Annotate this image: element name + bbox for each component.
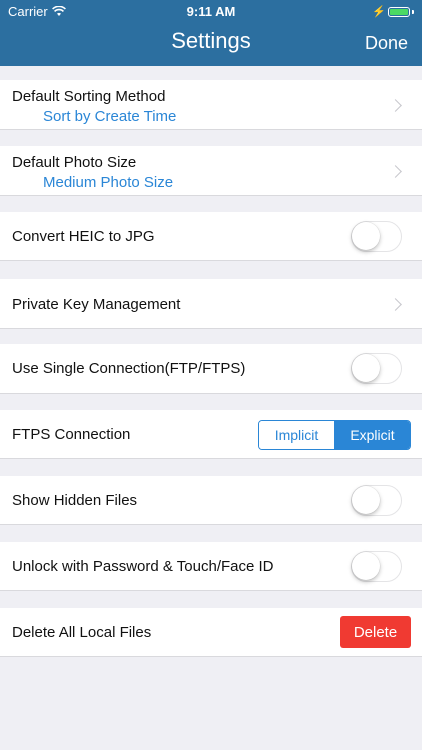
single-connection-label: Use Single Connection(FTP/FTPS): [12, 360, 246, 377]
convert-heic-toggle[interactable]: [351, 221, 402, 252]
convert-heic-row: Convert HEIC to JPG: [0, 212, 422, 261]
navigation-bar: Carrier 9:11 AM ⚡ Settings Done: [0, 0, 422, 66]
unlock-label: Unlock with Password & Touch/Face ID: [12, 558, 274, 575]
single-connection-toggle[interactable]: [351, 353, 402, 384]
segment-explicit[interactable]: Explicit: [335, 421, 410, 449]
delete-all-row: Delete All Local Files Delete: [0, 608, 422, 657]
segment-implicit[interactable]: Implicit: [259, 421, 335, 449]
ftps-connection-label: FTPS Connection: [12, 426, 131, 443]
status-bar: Carrier 9:11 AM ⚡: [0, 0, 422, 22]
photo-size-value: Medium Photo Size: [43, 174, 174, 191]
hidden-files-label: Show Hidden Files: [12, 492, 138, 509]
delete-button[interactable]: Delete: [340, 616, 411, 648]
photo-size-label: Default Photo Size: [12, 154, 137, 171]
delete-all-label: Delete All Local Files: [12, 624, 152, 641]
hidden-files-toggle[interactable]: [351, 485, 402, 516]
ftps-connection-row: FTPS Connection Implicit Explicit: [0, 410, 422, 459]
battery-icon: [388, 6, 410, 17]
sorting-method-label: Default Sorting Method: [12, 88, 166, 105]
ftps-mode-segmented-control[interactable]: Implicit Explicit: [258, 420, 411, 450]
private-key-label: Private Key Management: [12, 296, 181, 313]
page-title: Settings: [171, 28, 251, 53]
sorting-method-value: Sort by Create Time: [43, 108, 177, 125]
unlock-toggle[interactable]: [351, 551, 402, 582]
done-button[interactable]: Done: [365, 33, 408, 54]
chevron-right-icon: [389, 165, 402, 178]
photo-size-row[interactable]: Default Photo Size Medium Photo Size: [0, 146, 422, 196]
charging-icon: ⚡: [372, 6, 386, 18]
unlock-row: Unlock with Password & Touch/Face ID: [0, 542, 422, 591]
convert-heic-label: Convert HEIC to JPG: [12, 228, 155, 245]
sorting-method-row[interactable]: Default Sorting Method Sort by Create Ti…: [0, 80, 422, 130]
chevron-right-icon: [389, 99, 402, 112]
hidden-files-row: Show Hidden Files: [0, 476, 422, 525]
single-connection-row: Use Single Connection(FTP/FTPS): [0, 344, 422, 394]
status-time: 9:11 AM: [186, 4, 236, 19]
chevron-right-icon: [389, 298, 402, 311]
battery-indicator: ⚡: [372, 5, 414, 18]
private-key-row[interactable]: Private Key Management: [0, 279, 422, 329]
